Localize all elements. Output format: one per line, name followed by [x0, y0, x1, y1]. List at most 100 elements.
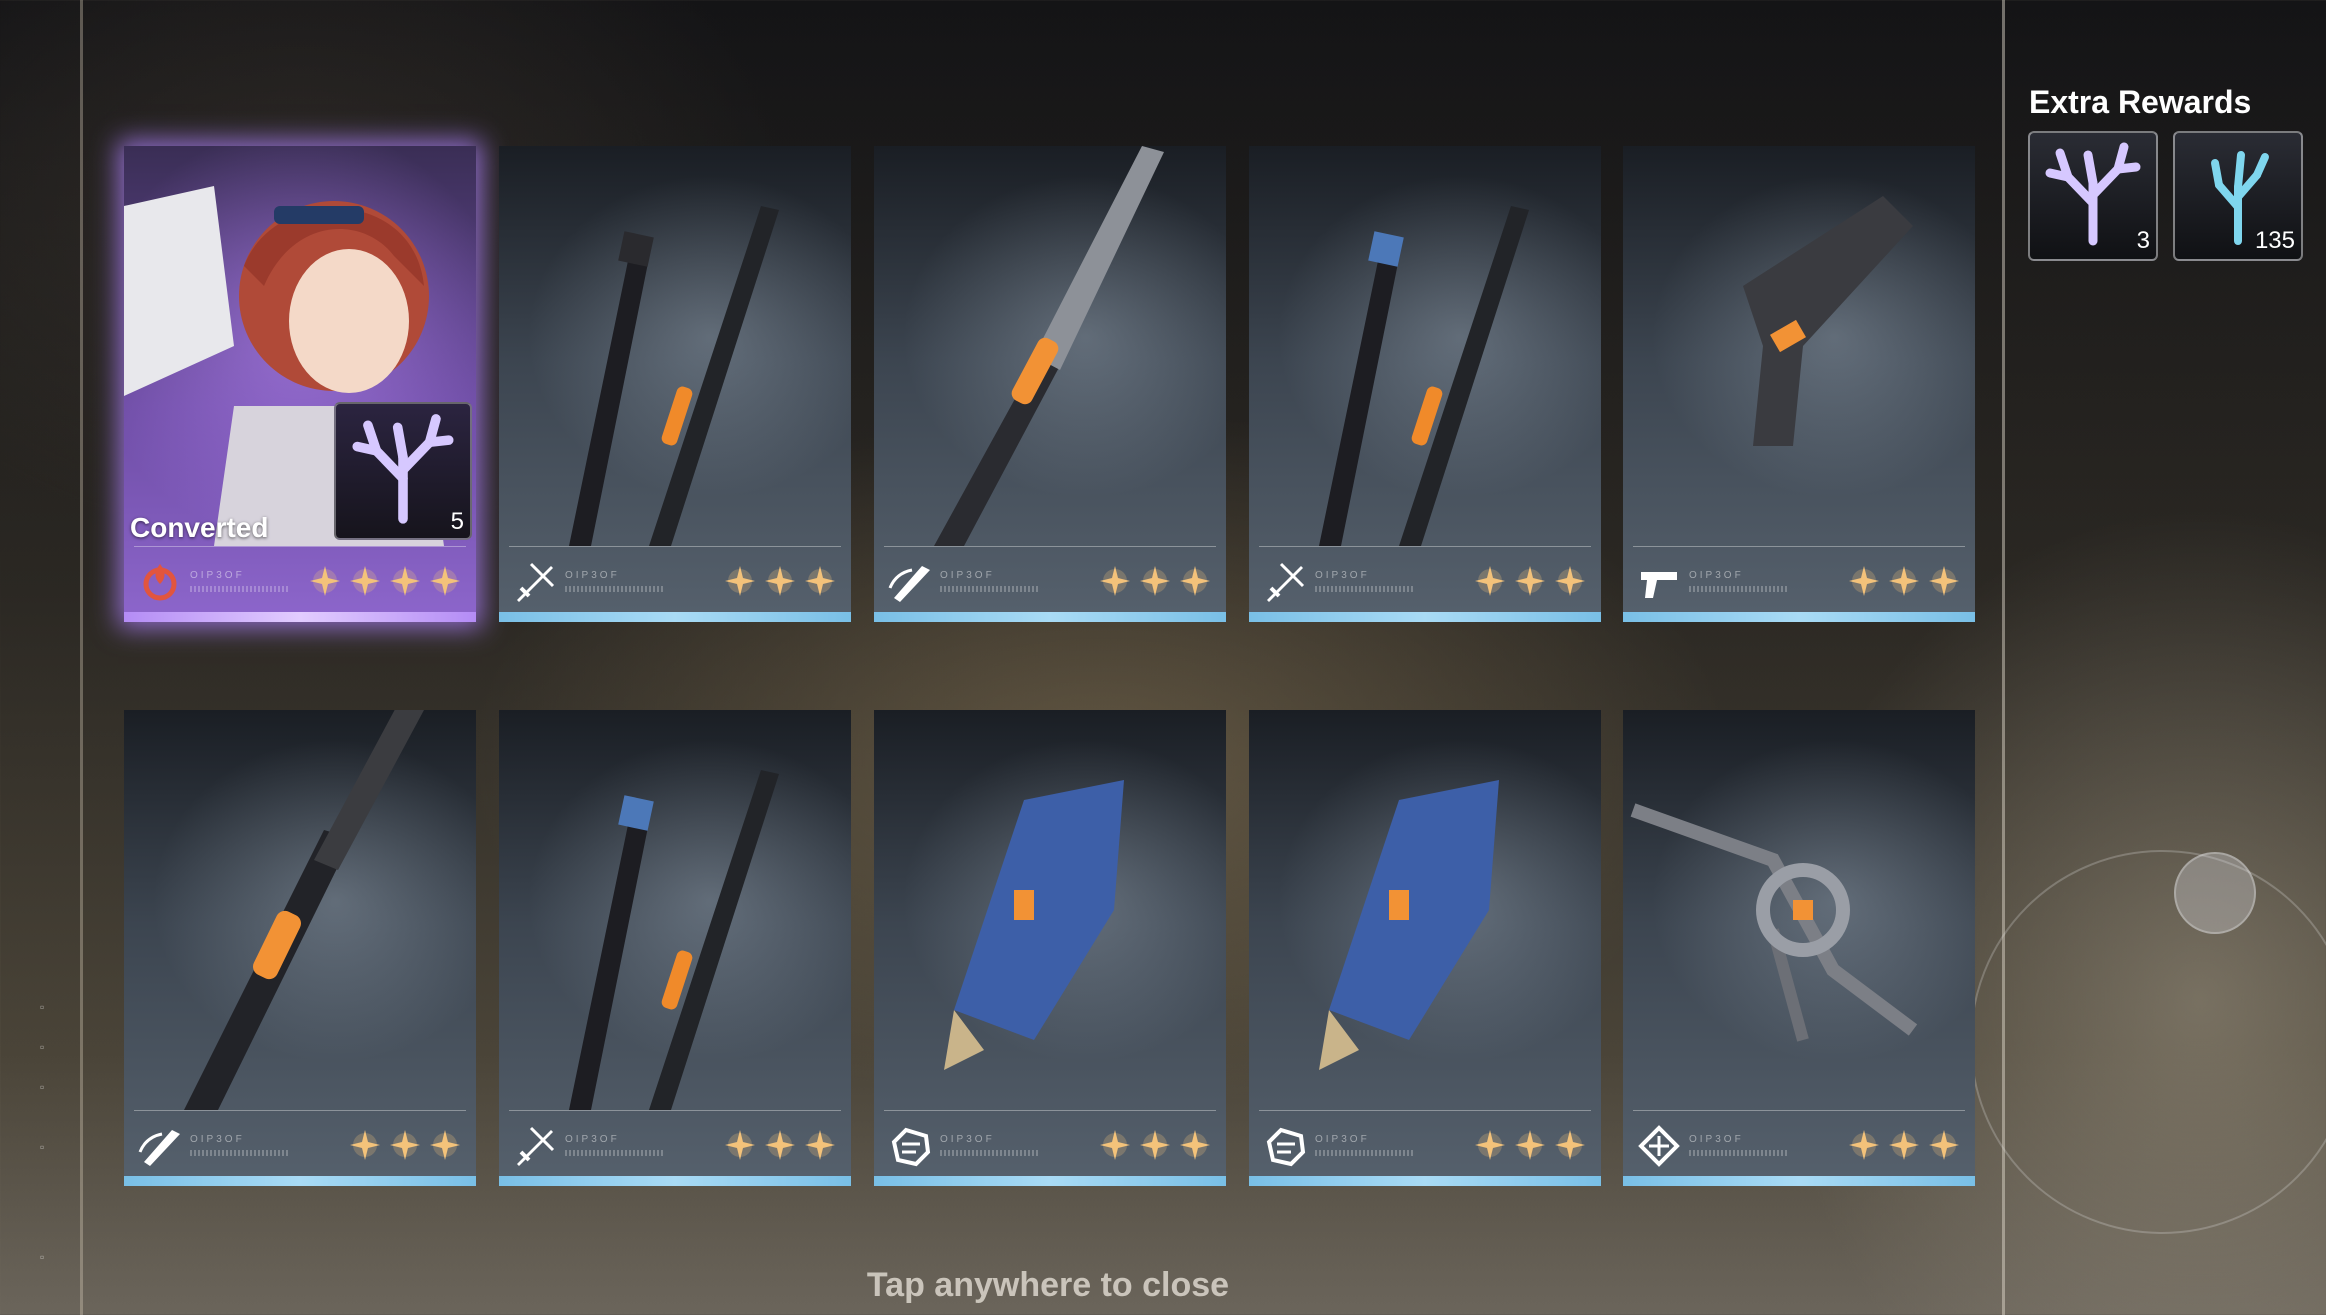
reward-count: 3: [2136, 227, 2150, 254]
card-code: OIP3OF: [1315, 570, 1370, 581]
weapon-reward-card[interactable]: OIP3OF: [1623, 146, 1975, 622]
rarity-star-icon: [1180, 566, 1210, 596]
weapon-reward-card[interactable]: OIP3OF: [874, 710, 1226, 1186]
rarity-stars: [308, 564, 462, 598]
card-divider: [509, 546, 841, 547]
broadblade-icon: [888, 566, 930, 602]
rarity-star-icon: [805, 1130, 835, 1160]
rarity-bar: [1623, 612, 1975, 622]
weapon-art: [944, 780, 1124, 1070]
rarity-star-icon: [390, 566, 420, 596]
weapon-reward-card[interactable]: OIP3OF: [874, 146, 1226, 622]
rarity-stars: [1847, 564, 1961, 598]
weapon-art: [1319, 206, 1529, 546]
card-divider: [1633, 546, 1965, 547]
gauntlet-icon: [891, 1127, 931, 1167]
rarity-star-icon: [1555, 566, 1585, 596]
weapon-art: [569, 206, 779, 546]
rarity-bar: [1623, 1176, 1975, 1186]
rarity-star-icon: [1889, 1130, 1919, 1160]
card-code-barcode: [940, 586, 1040, 592]
rarity-star-icon: [725, 566, 755, 596]
rarity-star-icon: [1929, 1130, 1959, 1160]
rarity-bar: [874, 1176, 1226, 1186]
weapon-reward-card[interactable]: OIP3OF: [1249, 146, 1601, 622]
rarity-star-icon: [310, 566, 340, 596]
card-code-barcode: [940, 1150, 1040, 1156]
card-code: OIP3OF: [190, 1134, 245, 1145]
card-divider: [884, 546, 1216, 547]
character-reward-card[interactable]: Converted 5 OIP3OF: [124, 146, 476, 622]
rarity-stars: [1473, 564, 1587, 598]
rarity-stars: [1847, 1128, 1961, 1162]
weapon-reward-card[interactable]: OIP3OF: [499, 146, 851, 622]
rarity-stars: [1473, 1128, 1587, 1162]
rarity-bar: [124, 612, 476, 622]
sword-icon: [1267, 562, 1305, 602]
weapon-art: [184, 710, 424, 1110]
rarity-star-icon: [1555, 1130, 1585, 1160]
reward-count: 135: [2254, 227, 2295, 254]
card-code-barcode: [1689, 1150, 1789, 1156]
rarity-bar: [1249, 612, 1601, 622]
converted-item-badge: 5: [334, 402, 472, 540]
rarity-star-icon: [725, 1130, 755, 1160]
card-divider: [1633, 1110, 1965, 1111]
card-code: OIP3OF: [940, 570, 995, 581]
weapon-reward-card[interactable]: OIP3OF: [499, 710, 851, 1186]
rarity-bar: [499, 1176, 851, 1186]
rarity-star-icon: [805, 566, 835, 596]
card-code-barcode: [190, 1150, 290, 1156]
pistol-icon: [1641, 572, 1677, 598]
close-hint[interactable]: Tap anywhere to close: [0, 1266, 2096, 1305]
extra-reward-item[interactable]: 135: [2173, 131, 2303, 261]
rarity-stars: [1098, 1128, 1212, 1162]
rarity-star-icon: [1100, 1130, 1130, 1160]
card-code: OIP3OF: [940, 1134, 995, 1145]
rarity-star-icon: [1100, 566, 1130, 596]
rarity-star-icon: [350, 1130, 380, 1160]
rarity-star-icon: [1515, 566, 1545, 596]
extra-reward-item[interactable]: 3: [2028, 131, 2158, 261]
weapon-art: [1319, 780, 1499, 1070]
rarity-star-icon: [1929, 566, 1959, 596]
rarity-star-icon: [1849, 1130, 1879, 1160]
rarity-stars: [723, 1128, 837, 1162]
card-code: OIP3OF: [190, 570, 245, 581]
broadblade-icon: [138, 1130, 180, 1166]
card-code: OIP3OF: [565, 1134, 620, 1145]
weapon-reward-card[interactable]: OIP3OF: [1623, 710, 1975, 1186]
extra-rewards-title: Extra Rewards: [2029, 84, 2252, 120]
rarity-stars: [348, 1128, 462, 1162]
card-code: OIP3OF: [1689, 1134, 1744, 1145]
card-code-barcode: [1315, 1150, 1415, 1156]
rarity-star-icon: [1849, 566, 1879, 596]
rectifier-icon: [1638, 1125, 1680, 1167]
card-code: OIP3OF: [565, 570, 620, 581]
rarity-star-icon: [1475, 1130, 1505, 1160]
converted-item-count: 5: [450, 508, 464, 535]
card-divider: [884, 1110, 1216, 1111]
rarity-star-icon: [350, 566, 380, 596]
sword-icon: [517, 1126, 555, 1166]
converted-label: Converted: [130, 512, 269, 543]
weapon-art: [1743, 196, 1913, 446]
rarity-star-icon: [1475, 566, 1505, 596]
rarity-stars: [1098, 564, 1212, 598]
rarity-star-icon: [430, 566, 460, 596]
weapon-reward-card[interactable]: OIP3OF: [1249, 710, 1601, 1186]
weapon-art: [1630, 803, 1918, 1042]
card-divider: [134, 546, 466, 547]
rarity-star-icon: [430, 1130, 460, 1160]
fusion-flame-icon: [143, 564, 177, 601]
weapon-art: [569, 770, 779, 1110]
card-divider: [509, 1110, 841, 1111]
card-code-barcode: [565, 586, 665, 592]
card-code-barcode: [1689, 586, 1789, 592]
rarity-bar: [124, 1176, 476, 1186]
weapon-reward-card[interactable]: OIP3OF: [124, 710, 476, 1186]
card-code-barcode: [190, 586, 290, 592]
rarity-star-icon: [765, 566, 795, 596]
card-code-barcode: [1315, 586, 1415, 592]
weapon-art: [934, 146, 1164, 546]
